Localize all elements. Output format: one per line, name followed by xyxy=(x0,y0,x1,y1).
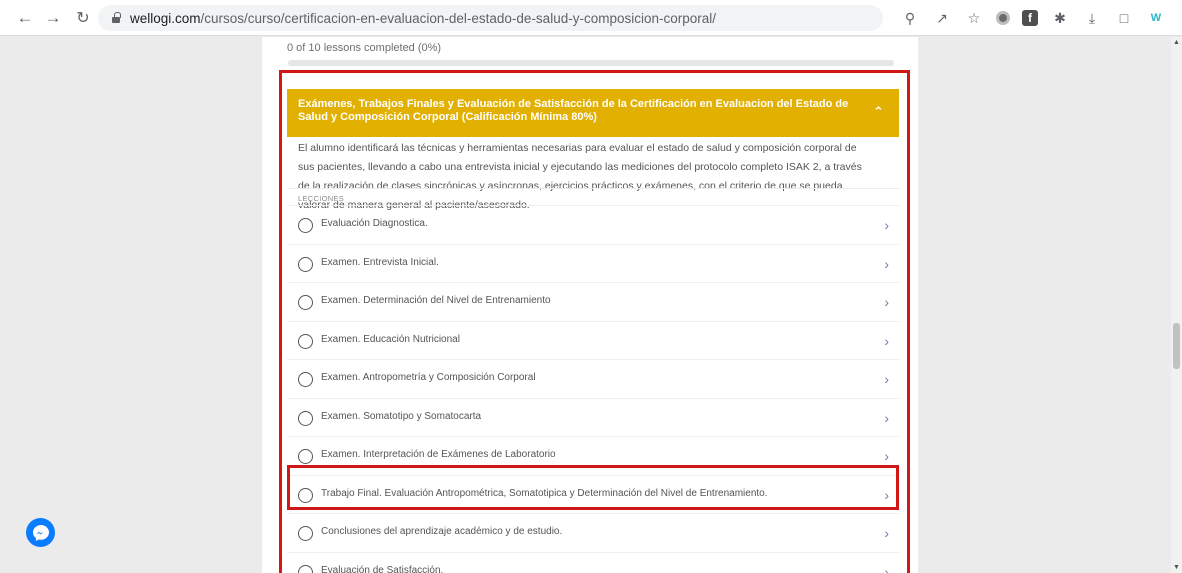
progress-text: 0 of 10 lessons completed (0%) xyxy=(287,42,442,54)
course-content: 0 of 10 lessons completed (0%) Exámenes,… xyxy=(262,37,918,573)
browser-toolbar: ← → ↻ wellogi.com/cursos/curso/certifica… xyxy=(0,0,1182,36)
star-icon[interactable]: ☆ xyxy=(964,8,984,28)
incomplete-circle-icon xyxy=(298,218,313,233)
lesson-item[interactable]: Trabajo Final. Evaluación Antropométrica… xyxy=(287,474,899,513)
chevron-right-icon: › xyxy=(884,332,889,349)
lesson-title: Conclusiones del aprendizaje académico y… xyxy=(321,526,563,537)
lesson-item[interactable]: Examen. Somatotipo y Somatocarta › xyxy=(287,397,899,436)
chevron-right-icon: › xyxy=(884,371,889,387)
lesson-item[interactable]: Examen. Educación Nutricional › xyxy=(287,320,899,359)
lesson-item[interactable]: Examen. Interpretación de Exámenes de La… xyxy=(287,436,899,474)
chevron-up-icon[interactable]: ⌃ xyxy=(873,105,887,119)
lesson-item[interactable]: Evaluación de Satisfacción. › xyxy=(287,551,899,573)
incomplete-circle-icon xyxy=(298,487,313,503)
extension-circle-icon[interactable] xyxy=(996,11,1010,25)
section-title: Exámenes, Trabajos Finales y Evaluación … xyxy=(298,98,849,123)
url-path: /cursos/curso/certificacion-en-evaluacio… xyxy=(200,10,717,26)
browser-actions: ⚲ ↗ ☆ f ✱ ⤓ □ W ⋮ xyxy=(900,8,1182,28)
lesson-title: Evaluación Diagnostica. xyxy=(321,218,428,229)
incomplete-circle-icon xyxy=(298,256,313,272)
tab-icon[interactable]: □ xyxy=(1114,8,1134,28)
lesson-title: Trabajo Final. Evaluación Antropométrica… xyxy=(321,487,768,499)
back-arrow-icon[interactable]: ← xyxy=(14,7,36,29)
scroll-down-icon[interactable]: ▼ xyxy=(1173,564,1180,571)
chevron-right-icon: › xyxy=(884,255,889,272)
chevron-right-icon: › xyxy=(884,448,889,464)
chevron-right-icon: › xyxy=(884,217,889,233)
lock-icon[interactable] xyxy=(112,11,121,23)
reload-icon[interactable]: ↻ xyxy=(72,7,94,29)
chevron-right-icon: › xyxy=(884,409,889,426)
messenger-icon xyxy=(32,524,49,541)
scrollbar[interactable]: ▲ ▼ xyxy=(1171,37,1182,573)
lesson-title: Examen. Entrevista Inicial. xyxy=(321,256,439,268)
chevron-right-icon: › xyxy=(884,486,889,503)
lesson-title: Evaluación de Satisfacción. xyxy=(321,564,444,573)
chevron-right-icon: › xyxy=(884,294,889,310)
lesson-title: Examen. Interpretación de Exámenes de La… xyxy=(321,449,556,460)
incomplete-circle-icon xyxy=(298,333,313,349)
lesson-item[interactable]: Examen. Determinación del Nivel de Entre… xyxy=(287,282,899,320)
incomplete-circle-icon xyxy=(298,564,313,573)
download-icon[interactable]: ⤓ xyxy=(1082,8,1102,28)
share-icon[interactable]: ↗ xyxy=(932,8,952,28)
url-text[interactable]: wellogi.com/cursos/curso/certificacion-e… xyxy=(130,11,716,26)
lesson-item[interactable]: Examen. Entrevista Inicial. › xyxy=(287,243,899,282)
messenger-chat-button[interactable] xyxy=(26,518,55,547)
divider xyxy=(287,188,899,189)
lesson-item[interactable]: Evaluación Diagnostica. › xyxy=(287,205,899,243)
lesson-item[interactable]: Conclusiones del aprendizaje académico y… xyxy=(287,513,899,551)
url-domain: wellogi.com xyxy=(130,10,201,26)
section-header[interactable]: Exámenes, Trabajos Finales y Evaluación … xyxy=(287,89,899,137)
incomplete-circle-icon xyxy=(298,372,313,387)
lesson-title: Examen. Determinación del Nivel de Entre… xyxy=(321,295,551,306)
scroll-up-icon[interactable]: ▲ xyxy=(1173,39,1180,46)
lesson-title: Examen. Antropometría y Composición Corp… xyxy=(321,372,536,383)
section-description: El alumno identificará las técnicas y he… xyxy=(298,142,862,211)
lessons-label: LECCIONES xyxy=(298,194,345,203)
lesson-item[interactable]: Examen. Antropometría y Composición Corp… xyxy=(287,359,899,397)
incomplete-circle-icon xyxy=(298,526,313,541)
chevron-right-icon: › xyxy=(884,563,889,573)
lesson-title: Examen. Educación Nutricional xyxy=(321,333,460,345)
lesson-title: Examen. Somatotipo y Somatocarta xyxy=(321,410,482,422)
facebook-extension-icon[interactable]: f xyxy=(1022,10,1038,26)
chevron-right-icon: › xyxy=(884,525,889,541)
zoom-icon[interactable]: ⚲ xyxy=(900,8,920,28)
address-bar[interactable]: wellogi.com/cursos/curso/certificacion-e… xyxy=(98,5,883,31)
progress-bar xyxy=(288,60,894,66)
menu-icon[interactable]: ⋮ xyxy=(1178,8,1182,28)
forward-arrow-icon[interactable]: → xyxy=(42,7,64,29)
puzzle-icon[interactable]: ✱ xyxy=(1050,8,1070,28)
incomplete-circle-icon xyxy=(298,410,313,426)
scroll-thumb[interactable] xyxy=(1173,323,1180,369)
incomplete-circle-icon xyxy=(298,295,313,310)
wellogi-logo-icon[interactable]: W xyxy=(1146,8,1166,28)
incomplete-circle-icon xyxy=(298,449,313,464)
